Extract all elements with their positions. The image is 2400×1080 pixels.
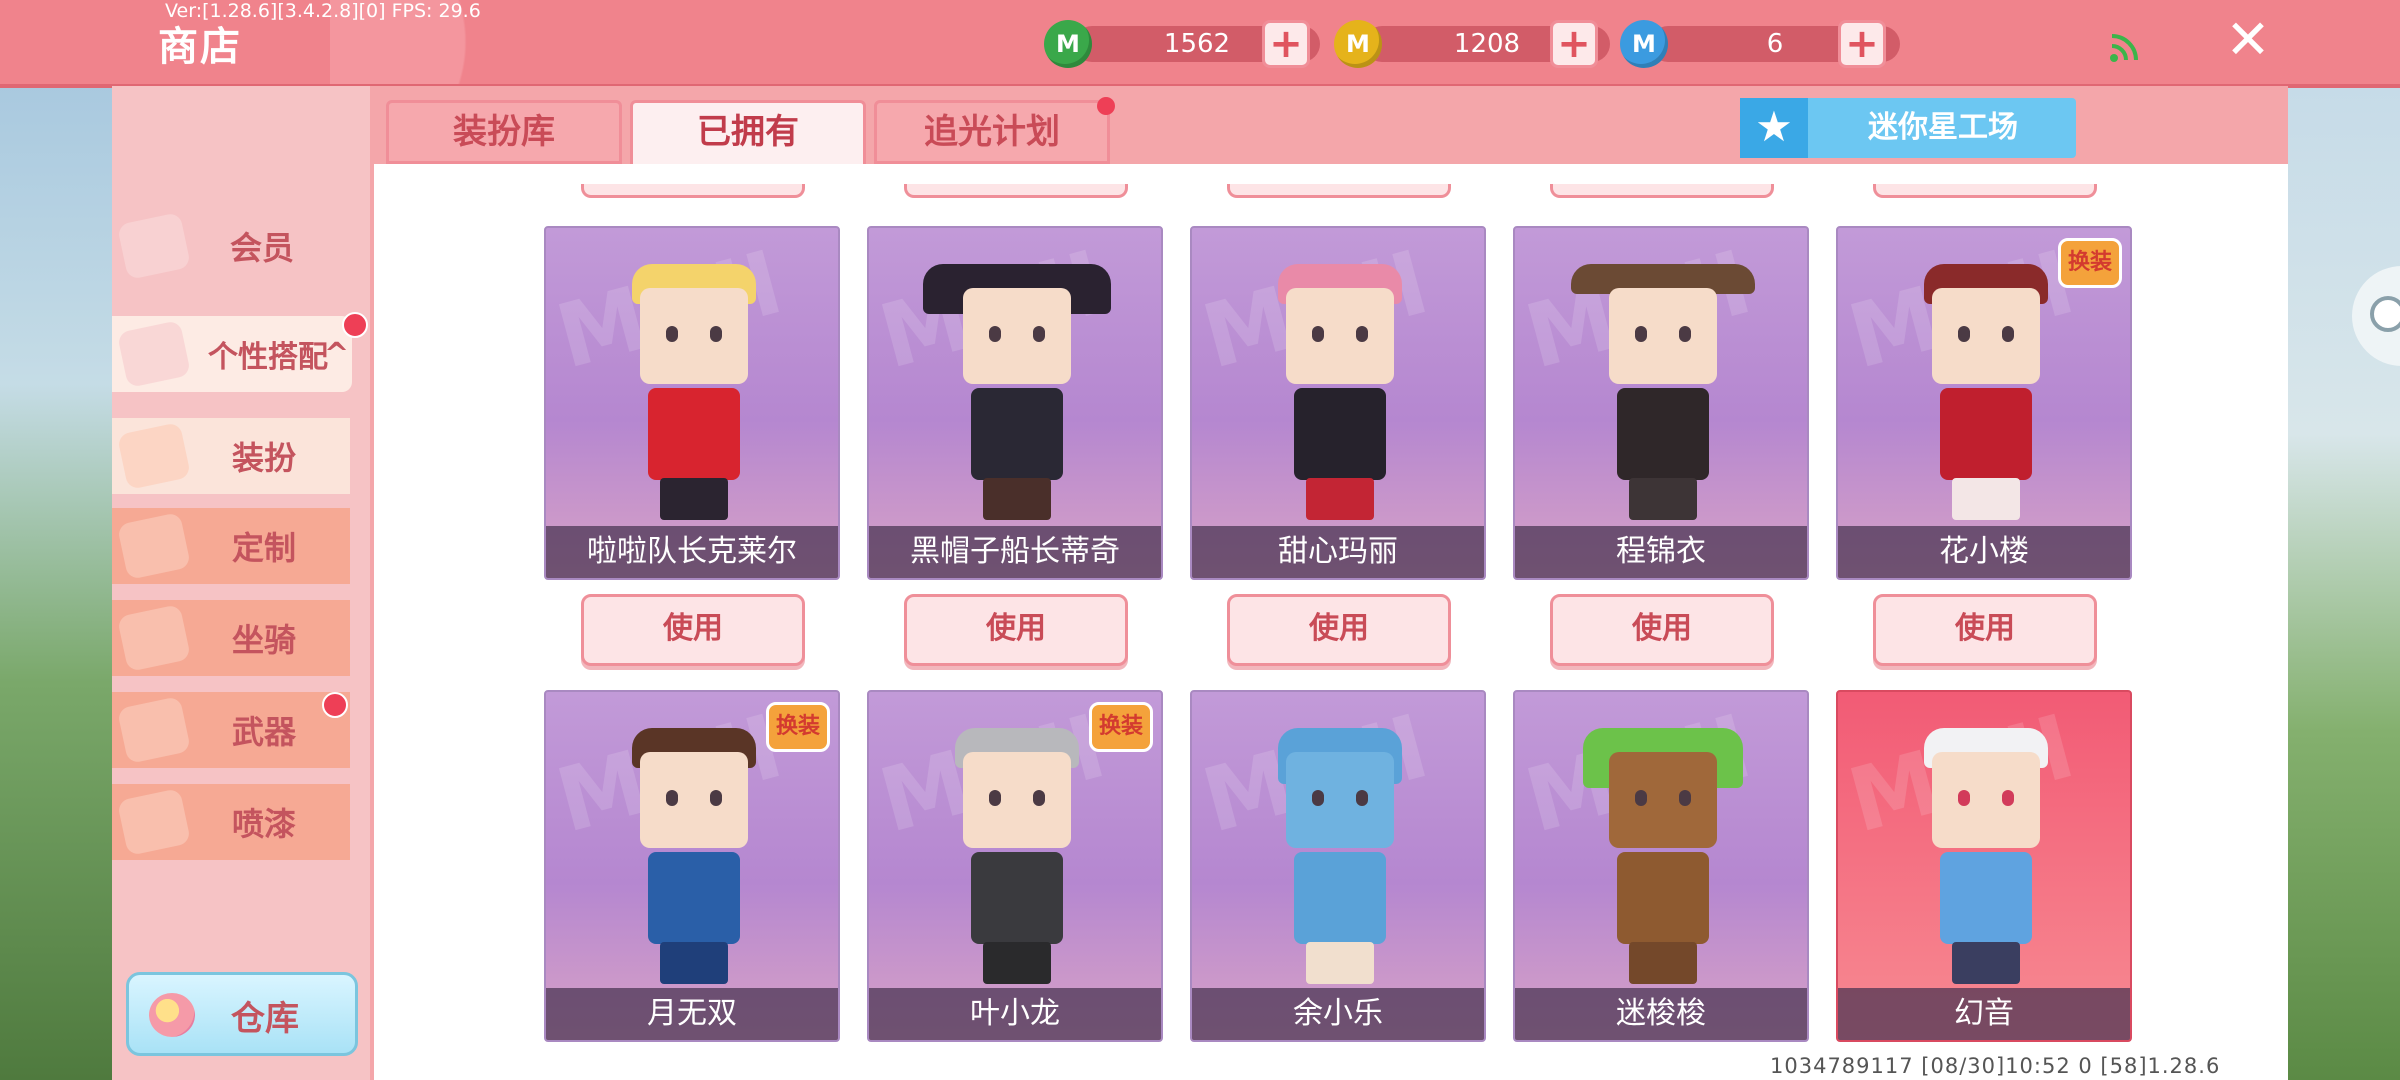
add-mini-point-button[interactable]: + [1838,20,1886,68]
use-button[interactable]: 使用 [581,594,805,666]
tab-owned[interactable]: 已拥有 [630,100,866,168]
skin-card[interactable]: MINI 黑帽子船长蒂奇 [867,226,1163,580]
warehouse-icon [149,993,195,1037]
skin-name: 月无双 [546,988,838,1040]
vip-icon [116,211,192,281]
use-button[interactable]: 使用 [904,594,1128,666]
skin-card[interactable]: MINI 换装 花小楼 [1836,226,2132,580]
outfit-change-badge: 换装 [766,702,830,752]
warehouse-label: 仓库 [231,999,299,1039]
use-button[interactable]: 使用 [1873,594,2097,666]
game-background-right [2288,86,2400,1080]
warehouse-button[interactable]: 仓库 [126,972,358,1056]
skin-card[interactable]: MINI 幻音 [1836,690,2132,1042]
skin-name: 甜心玛丽 [1192,526,1484,578]
skin-card[interactable]: MINI 余小乐 [1190,690,1486,1042]
skin-card[interactable]: MINI 换装 叶小龙 [867,690,1163,1042]
notification-dot [1097,97,1115,115]
tab-chasing-light-plan[interactable]: 追光计划 [874,100,1110,164]
skin-card[interactable]: MINI 甜心玛丽 [1190,226,1486,580]
add-mini-bean-button[interactable]: + [1262,20,1310,68]
skin-name: 花小楼 [1838,526,2130,578]
mini-bean-green-icon: M [1044,20,1092,68]
sidebar-item-label: 会员 [230,229,295,267]
custom-icon [116,511,192,581]
chevron-up-icon: ^ [324,336,350,372]
sidebar-item-outfit[interactable]: 个性搭配 ^ [112,316,352,392]
notification-dot [322,692,348,718]
skin-name: 黑帽子船长蒂奇 [869,526,1161,578]
use-button-partial[interactable] [1873,184,2097,198]
sidebar-item-label: 定制 [232,529,297,567]
sidebar-item-label: 武器 [232,713,297,751]
sidebar-item-spray[interactable]: 喷漆 [112,784,350,860]
sidebar-item-label: 个性搭配 [208,340,328,375]
use-button-partial[interactable] [1550,184,1774,198]
outfit-icon [116,319,192,389]
use-button[interactable]: 使用 [1550,594,1774,666]
skin-name: 迷梭梭 [1515,988,1807,1040]
mini-workshop-button[interactable]: ★ 迷你星工场 [1740,98,2076,158]
skin-name: 余小乐 [1192,988,1484,1040]
star-icon: ★ [1740,98,1808,158]
tab-dressup-library[interactable]: 装扮库 [386,100,622,164]
currency-mini-coin: 1208 M + [1334,20,1664,68]
skin-card[interactable]: MINI 迷梭梭 [1513,690,1809,1042]
sidebar-item-label: 装扮 [232,439,297,477]
sidebar-item-label: 喷漆 [232,805,297,843]
use-button-partial[interactable] [581,184,805,198]
skin-name: 叶小龙 [869,988,1161,1040]
sidebar-item-weapon[interactable]: 武器 [112,692,350,768]
sidebar-item-skin[interactable]: 装扮 [112,418,350,494]
currency-mini-bean: 1562 M + [1044,20,1374,68]
spray-icon [116,787,192,857]
sidebar-item-vip[interactable]: 会员 [112,208,352,284]
close-button[interactable]: ✕ [2222,13,2274,67]
skin-card[interactable]: MINI 程锦衣 [1513,226,1809,580]
notification-dot [342,312,368,338]
mount-icon [116,603,192,673]
outfit-change-badge: 换装 [2058,238,2122,288]
skin-card[interactable]: MINI 啦啦队长克莱尔 [544,226,840,580]
weapon-icon [116,695,192,765]
use-button-partial[interactable] [904,184,1128,198]
outfit-change-badge: 换装 [1089,702,1153,752]
game-background-left [0,86,112,1080]
footer-info: 1034789117 [08/30]10:52 0 [58]1.28.6 [1770,1054,2221,1078]
use-button[interactable]: 使用 [1227,594,1451,666]
skin-name: 幻音 [1838,988,2130,1040]
mini-coin-gold-icon: M [1334,20,1382,68]
mini-workshop-label: 迷你星工场 [1868,110,2018,145]
mini-point-blue-icon: M [1620,20,1668,68]
sidebar-item-custom[interactable]: 定制 [112,508,350,584]
skin-name: 程锦衣 [1515,526,1807,578]
add-mini-coin-button[interactable]: + [1550,20,1598,68]
skin-icon [116,421,192,491]
signal-icon [2110,34,2138,62]
use-button-partial[interactable] [1227,184,1451,198]
currency-mini-point: 6 M + [1620,20,1950,68]
sidebar-item-label: 坐骑 [232,621,297,659]
skin-name: 啦啦队长克莱尔 [546,526,838,578]
sidebar-item-mount[interactable]: 坐骑 [112,600,350,676]
skin-card[interactable]: MINI 换装 月无双 [544,690,840,1042]
page-title: 商店 [158,24,242,70]
top-bar: Ver:[1.28.6][3.4.2.8][0] FPS: 29.6 商店 15… [0,0,2400,88]
